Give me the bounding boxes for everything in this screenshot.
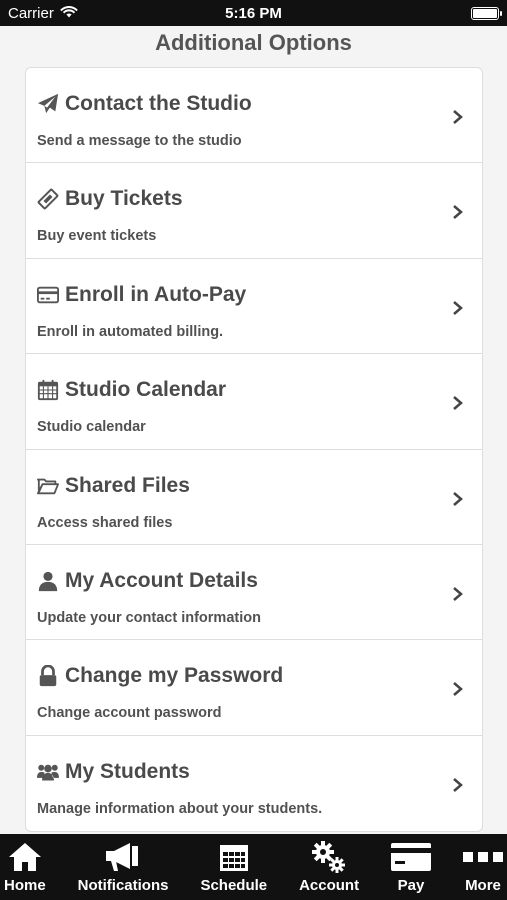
calendar-icon — [219, 840, 249, 874]
tab-schedule[interactable]: Schedule — [200, 834, 267, 900]
option-buy-tickets[interactable]: Buy Tickets Buy event tickets — [26, 163, 482, 259]
chevron-right-icon — [452, 300, 464, 315]
chevron-right-icon — [452, 396, 464, 411]
tab-more[interactable]: More — [462, 834, 503, 900]
credit-card-icon — [37, 284, 59, 306]
user-icon — [37, 570, 59, 592]
chevron-right-icon — [452, 491, 464, 506]
chevron-right-icon — [452, 777, 464, 792]
tab-label: Schedule — [200, 877, 268, 894]
option-contact-studio[interactable]: Contact the Studio Send a message to the… — [26, 68, 482, 164]
tab-label: More — [465, 877, 501, 894]
chevron-right-icon — [452, 682, 464, 697]
tab-home[interactable]: Home — [4, 834, 46, 900]
page-title: Additional Options — [155, 30, 352, 55]
credit-card-icon — [391, 840, 432, 874]
option-title: Enroll in Auto-Pay — [65, 282, 247, 306]
option-subtitle: Update your contact information — [37, 609, 261, 626]
tab-label: Account — [299, 877, 360, 894]
option-change-password[interactable]: Change my Password Change account passwo… — [26, 640, 482, 736]
tab-label: Pay — [397, 877, 425, 894]
option-title: My Students — [65, 759, 190, 783]
option-subtitle: Manage information about your students. — [37, 800, 323, 817]
more-icon — [462, 840, 503, 874]
tab-account[interactable]: Account — [299, 834, 359, 900]
paper-plane-icon — [37, 93, 59, 115]
users-icon — [37, 761, 59, 783]
option-subtitle: Buy event tickets — [37, 228, 157, 245]
option-title: Buy Tickets — [65, 187, 183, 211]
option-title: My Account Details — [65, 568, 258, 592]
option-title: Contact the Studio — [65, 92, 252, 115]
status-left: Carrier — [8, 5, 78, 22]
option-subtitle: Access shared files — [37, 514, 173, 531]
option-subtitle: Send a message to the studio — [37, 133, 242, 149]
gears-icon — [312, 840, 346, 874]
chevron-right-icon — [452, 110, 464, 124]
tab-bar: Home Notifications Schedule Account Pay … — [0, 834, 507, 900]
folder-open-icon — [37, 475, 59, 497]
chevron-right-icon — [452, 205, 464, 220]
option-studio-calendar[interactable]: Studio Calendar Studio calendar — [26, 354, 482, 450]
option-subtitle: Enroll in automated billing. — [37, 323, 224, 340]
option-my-students[interactable]: My Students Manage information about you… — [26, 736, 482, 831]
option-title: Shared Files — [65, 473, 190, 497]
option-title: Studio Calendar — [65, 378, 227, 402]
megaphone-icon — [105, 840, 141, 874]
home-icon — [8, 840, 42, 874]
tab-notifications[interactable]: Notifications — [77, 834, 169, 900]
ticket-icon — [37, 188, 59, 210]
status-bar: Carrier 5:16 PM — [0, 0, 507, 26]
option-shared-files[interactable]: Shared Files Access shared files — [26, 450, 482, 545]
option-subtitle: Change account password — [37, 705, 222, 722]
options-list: Contact the Studio Send a message to the… — [25, 67, 483, 833]
wifi-icon — [60, 5, 78, 22]
option-title: Change my Password — [65, 664, 284, 688]
calendar-icon — [37, 379, 59, 401]
tab-label: Notifications — [77, 877, 169, 894]
option-subtitle: Studio calendar — [37, 419, 146, 436]
tab-label: Home — [4, 877, 46, 894]
option-enroll-autopay[interactable]: Enroll in Auto-Pay Enroll in automated b… — [26, 259, 482, 355]
carrier-label: Carrier — [8, 4, 54, 22]
option-account-details[interactable]: My Account Details Update your contact i… — [26, 545, 482, 641]
battery-icon — [471, 6, 502, 20]
tab-pay[interactable]: Pay — [391, 834, 432, 900]
chevron-right-icon — [452, 587, 464, 601]
lock-icon — [37, 665, 59, 687]
